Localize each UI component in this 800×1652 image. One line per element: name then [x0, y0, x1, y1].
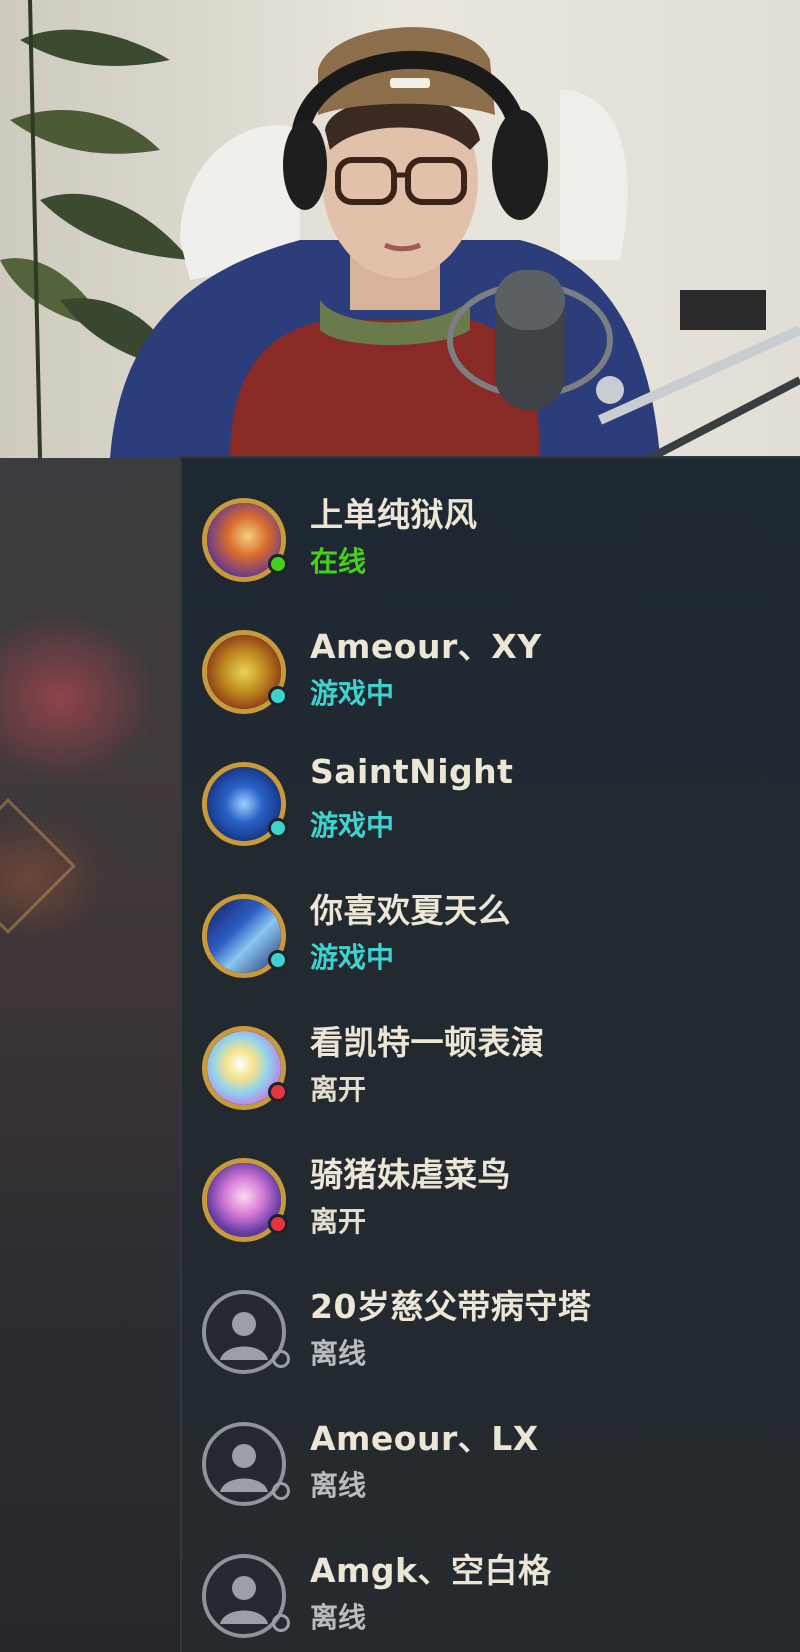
offline-status-ring [272, 1482, 290, 1500]
friend-name: Ameour、LX [310, 1419, 539, 1458]
friend-item[interactable]: 你喜欢夏天么 游戏中 [202, 882, 782, 992]
friend-status: 游戏中 [310, 809, 395, 842]
friend-status: 离线 [310, 1469, 367, 1502]
friend-item[interactable]: SaintNight 游戏中 [202, 750, 782, 860]
stream-screenshot: 上单纯狱风 在线 Ameour、XY 游戏中 SaintNight 游戏中 你喜… [0, 0, 800, 1652]
friend-item[interactable]: 看凯特一顿表演 离开 [202, 1014, 782, 1124]
offline-status-ring [272, 1614, 290, 1632]
friend-status: 在线 [310, 545, 367, 578]
friend-name: 20岁慈父带病守塔 [310, 1287, 592, 1326]
friend-name: 骑猪妹虐菜鸟 [310, 1155, 511, 1194]
friend-status: 离开 [310, 1205, 367, 1238]
friend-status: 离开 [310, 1073, 367, 1106]
friend-item[interactable]: 20岁慈父带病守塔 离线 [202, 1278, 782, 1388]
online-status-dot [268, 554, 288, 574]
friend-item[interactable]: 骑猪妹虐菜鸟 离开 [202, 1146, 782, 1256]
friend-name: 看凯特一顿表演 [310, 1023, 545, 1062]
friend-name: Amgk、空白格 [310, 1551, 552, 1590]
friend-item[interactable]: Ameour、LX 离线 [202, 1410, 782, 1520]
friend-name: 你喜欢夏天么 [310, 891, 511, 930]
friend-status: 游戏中 [310, 941, 395, 974]
in-game-status-dot [268, 818, 288, 838]
friend-item[interactable]: Ameour、XY 游戏中 [202, 618, 782, 728]
friend-status: 离线 [310, 1337, 367, 1370]
in-game-status-dot [268, 950, 288, 970]
friends-list-panel: 上单纯狱风 在线 Ameour、XY 游戏中 SaintNight 游戏中 你喜… [180, 456, 800, 1652]
friend-name: 上单纯狱风 [310, 495, 478, 534]
streamer-video [0, 0, 800, 458]
game-background [0, 458, 200, 1652]
friend-name: SaintNight [310, 752, 514, 791]
away-status-dot [268, 1082, 288, 1102]
friend-item[interactable]: 上单纯狱风 在线 [202, 486, 782, 596]
offline-status-ring [272, 1350, 290, 1368]
in-game-status-dot [268, 686, 288, 706]
away-status-dot [268, 1214, 288, 1234]
friend-name: Ameour、XY [310, 627, 542, 666]
webcam-feed [0, 0, 800, 458]
decorative-frame [0, 798, 76, 934]
friend-status: 游戏中 [310, 677, 395, 710]
friend-item[interactable]: Amgk、空白格 离线 [202, 1542, 782, 1652]
friend-status: 离线 [310, 1601, 367, 1634]
